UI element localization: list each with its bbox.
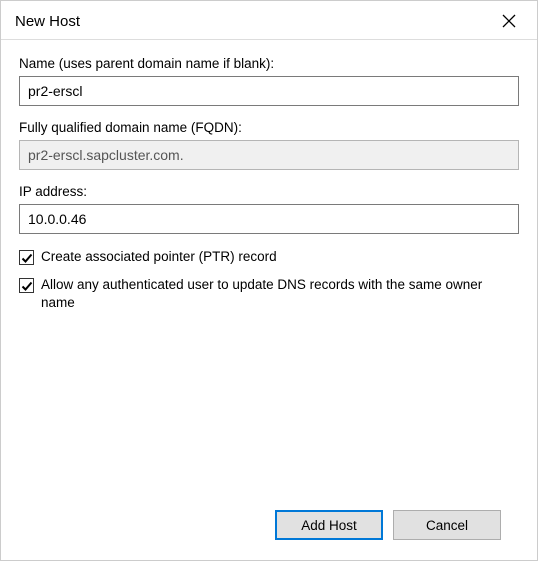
- allow-update-checkbox-row: Allow any authenticated user to update D…: [19, 276, 519, 312]
- fqdn-input: [19, 140, 519, 170]
- ptr-checkbox-label[interactable]: Create associated pointer (PTR) record: [41, 248, 519, 266]
- ptr-checkbox[interactable]: [19, 250, 34, 265]
- ip-field-block: IP address:: [19, 184, 519, 234]
- fqdn-label: Fully qualified domain name (FQDN):: [19, 120, 519, 135]
- button-row: Add Host Cancel: [19, 496, 519, 560]
- ptr-checkbox-row: Create associated pointer (PTR) record: [19, 248, 519, 266]
- ip-input[interactable]: [19, 204, 519, 234]
- allow-update-checkbox[interactable]: [19, 278, 34, 293]
- ip-label: IP address:: [19, 184, 519, 199]
- name-input[interactable]: [19, 76, 519, 106]
- allow-update-checkbox-label[interactable]: Allow any authenticated user to update D…: [41, 276, 519, 312]
- dialog-content: Name (uses parent domain name if blank):…: [1, 40, 537, 560]
- close-icon: [502, 14, 516, 28]
- checkmark-icon: [21, 280, 33, 292]
- fqdn-field-block: Fully qualified domain name (FQDN):: [19, 120, 519, 170]
- titlebar: New Host: [1, 1, 537, 39]
- name-label: Name (uses parent domain name if blank):: [19, 56, 519, 71]
- name-field-block: Name (uses parent domain name if blank):: [19, 56, 519, 106]
- cancel-button[interactable]: Cancel: [393, 510, 501, 540]
- close-button[interactable]: [495, 7, 523, 35]
- dialog-title: New Host: [15, 13, 80, 30]
- new-host-dialog: New Host Name (uses parent domain name i…: [0, 0, 538, 561]
- checkmark-icon: [21, 252, 33, 264]
- add-host-button[interactable]: Add Host: [275, 510, 383, 540]
